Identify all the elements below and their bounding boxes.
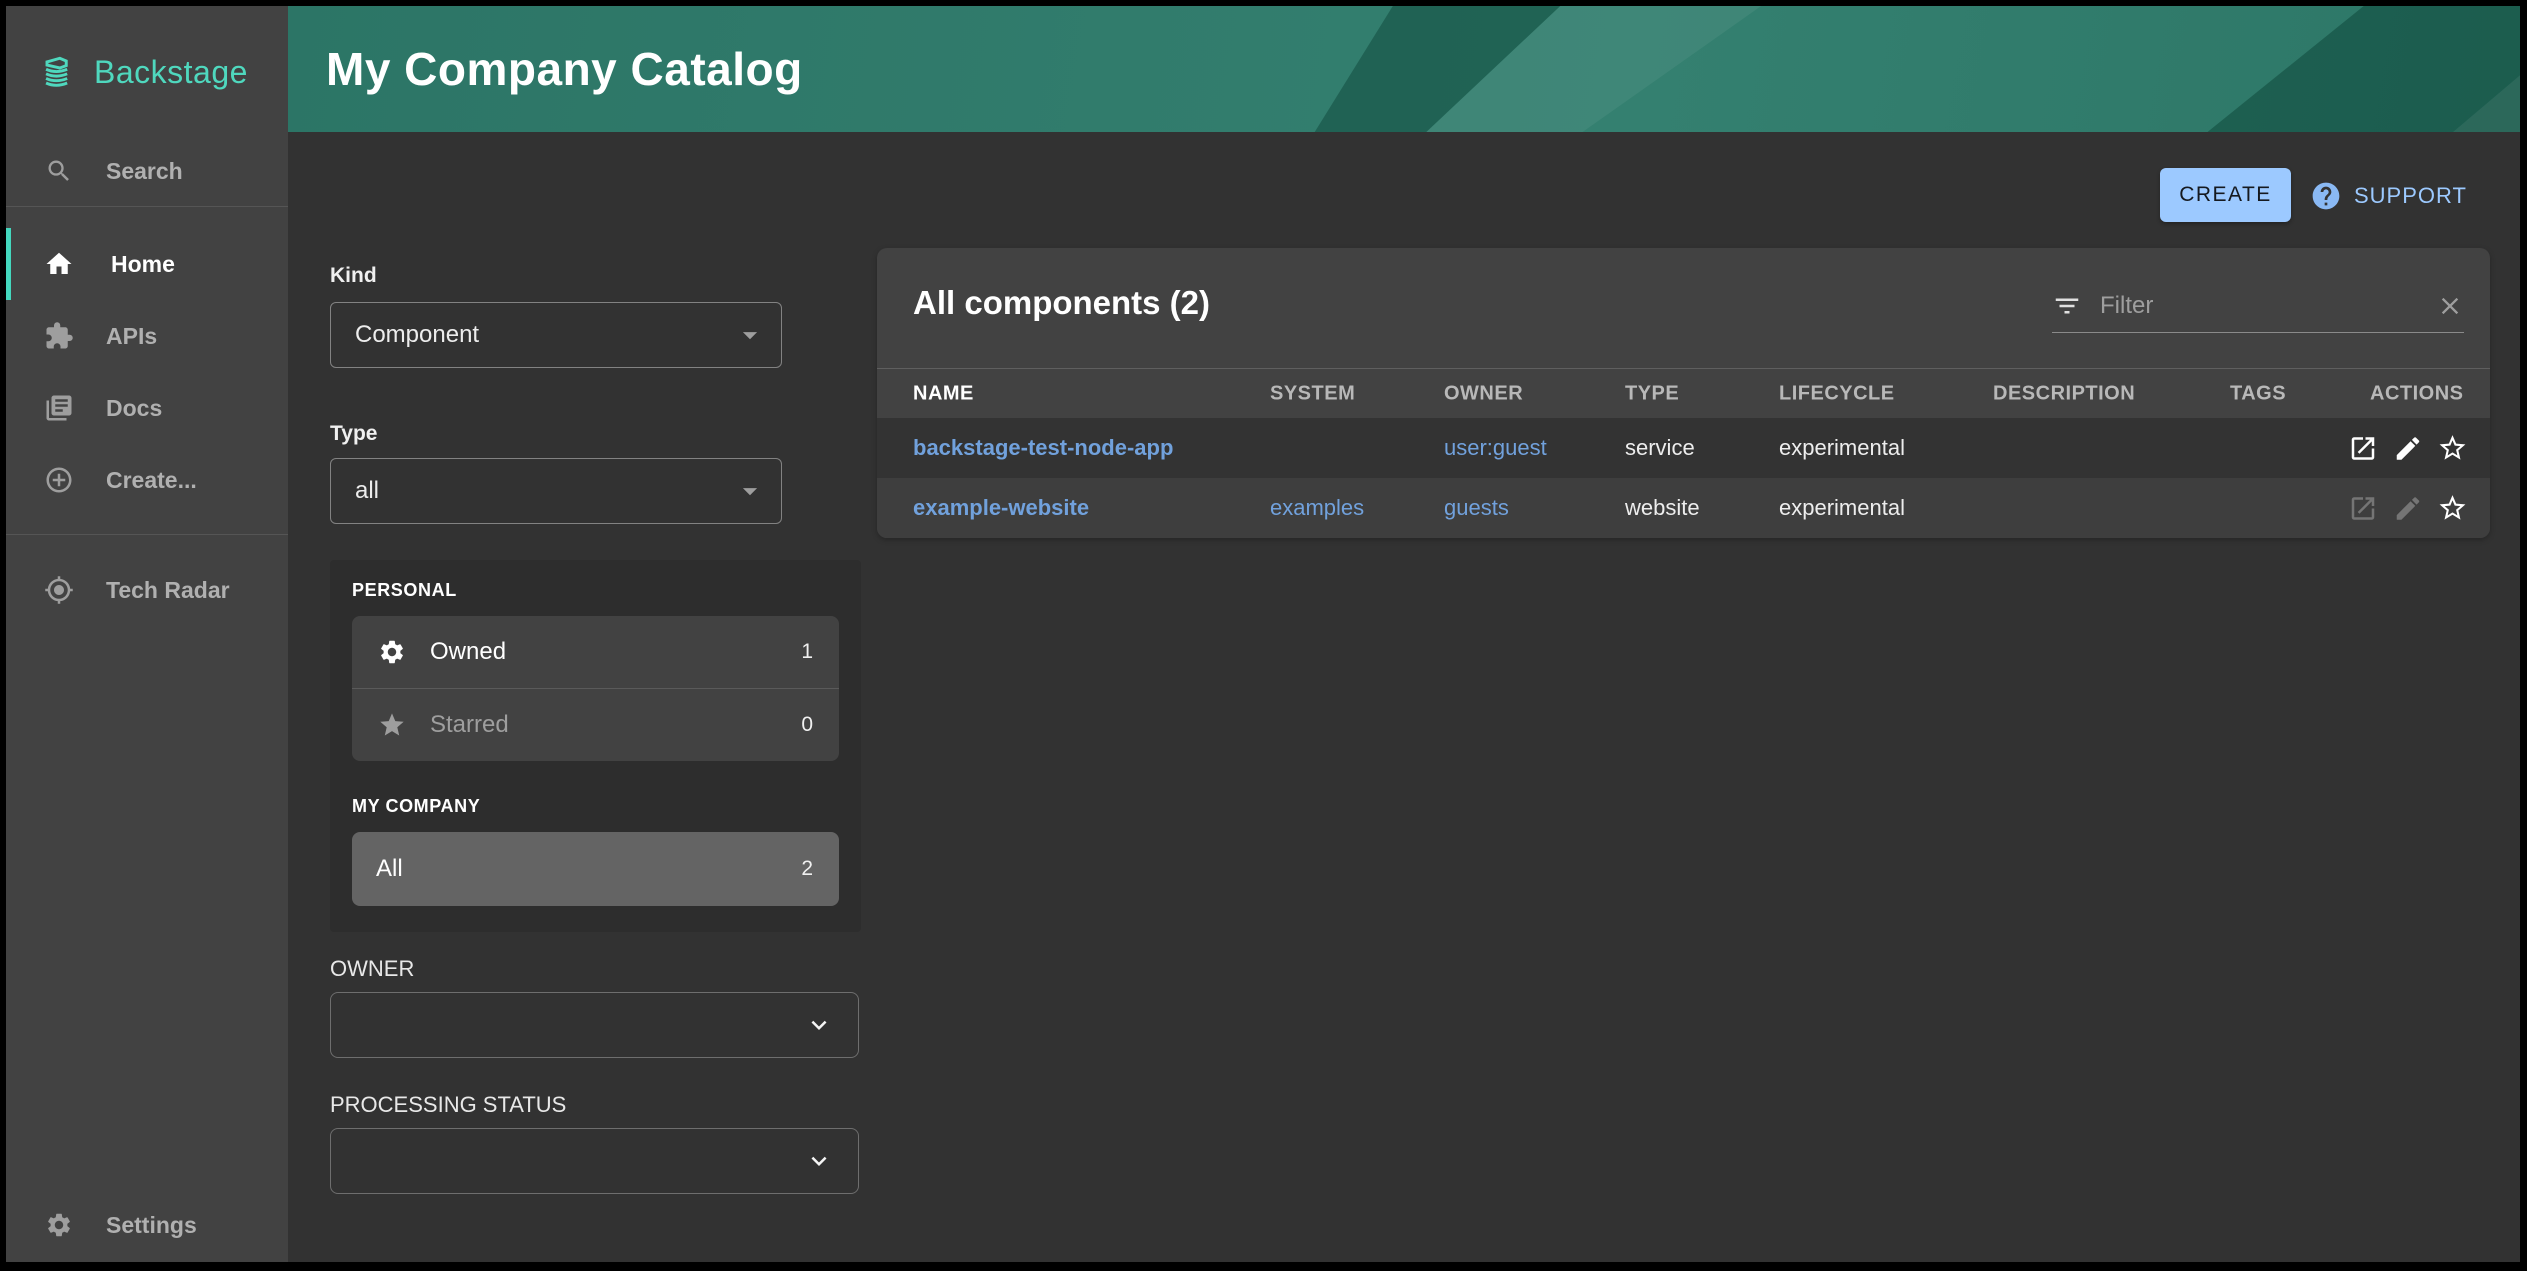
column-header-name[interactable]: NAME	[913, 383, 974, 406]
company-section-label: MY COMPANY	[352, 796, 480, 817]
table-title: All components (2)	[913, 284, 1210, 322]
entity-type: website	[1625, 495, 1700, 521]
sidebar-item-label: Create...	[106, 467, 197, 494]
sidebar-item-create[interactable]: Create...	[6, 444, 288, 516]
column-header-tags[interactable]: TAGS	[2230, 383, 2286, 406]
backstage-logo-icon	[36, 50, 80, 94]
backstage-logo[interactable]: Backstage	[36, 50, 248, 94]
star-outline-icon[interactable]	[2437, 493, 2468, 524]
entity-name-link[interactable]: example-website	[913, 495, 1089, 521]
help-icon	[2310, 180, 2342, 212]
filter-list-icon	[2052, 291, 2082, 321]
radar-icon	[44, 575, 74, 605]
picker-item-count: 2	[801, 857, 813, 881]
processing-status-select[interactable]	[330, 1128, 859, 1194]
kind-select-value: Component	[355, 321, 479, 349]
sidebar-item-home[interactable]: Home	[6, 228, 293, 300]
support-button[interactable]: SUPPORT	[2310, 178, 2467, 214]
column-header-system[interactable]: SYSTEM	[1270, 383, 1355, 406]
picker-item-count: 0	[801, 713, 813, 737]
create-button[interactable]: CREATE	[2160, 168, 2291, 222]
sidebar-item-label: Tech Radar	[106, 577, 230, 604]
sidebar-item-tech-radar[interactable]: Tech Radar	[6, 554, 288, 626]
chevron-down-icon	[733, 474, 767, 508]
add-circle-icon	[44, 465, 74, 495]
kind-label: Kind	[330, 264, 377, 288]
table-filter	[2052, 280, 2464, 333]
sidebar-item-settings[interactable]: Settings	[6, 1194, 288, 1256]
picker-item-owned[interactable]: Owned 1	[352, 616, 839, 688]
sidebar-item-label: Docs	[106, 395, 162, 422]
row-actions	[2347, 433, 2468, 464]
entity-lifecycle: experimental	[1779, 495, 1905, 521]
column-header-type[interactable]: TYPE	[1625, 383, 1679, 406]
picker-item-label: Starred	[430, 711, 509, 739]
entity-name-link[interactable]: backstage-test-node-app	[913, 435, 1173, 461]
support-label: SUPPORT	[2354, 183, 2467, 209]
kind-select[interactable]: Component	[330, 302, 782, 368]
picker-item-count: 1	[801, 640, 813, 664]
picker-item-starred[interactable]: Starred 0	[352, 688, 839, 761]
personal-section-label: PERSONAL	[352, 580, 457, 601]
search-icon	[44, 156, 74, 186]
entity-owner-link[interactable]: guests	[1444, 495, 1509, 521]
column-header-description[interactable]: DESCRIPTION	[1993, 383, 2135, 406]
table-row: backstage-test-node-app user:guest servi…	[877, 418, 2490, 478]
sidebar-item-label: Search	[106, 158, 183, 185]
sidebar-item-label: APIs	[106, 323, 157, 350]
components-table-card: All components (2) NAME SYSTEM OWNER TYP…	[877, 248, 2490, 538]
table-filter-input[interactable]	[2098, 291, 2426, 321]
sidebar: Backstage Search Home APIs Docs	[6, 6, 288, 1262]
picker-item-label: All	[376, 855, 403, 883]
chevron-down-icon	[804, 1010, 834, 1040]
table-row: example-website examples guests website …	[877, 478, 2490, 538]
type-label: Type	[330, 422, 377, 446]
type-select[interactable]: all	[330, 458, 782, 524]
picker-item-all[interactable]: All 2	[352, 832, 839, 906]
clear-filter-icon[interactable]	[2436, 292, 2464, 320]
gear-icon	[44, 1210, 74, 1240]
sidebar-item-docs[interactable]: Docs	[6, 372, 288, 444]
backstage-logo-text: Backstage	[94, 54, 248, 91]
table-header-row: NAME SYSTEM OWNER TYPE LIFECYCLE DESCRIP…	[877, 368, 2490, 420]
open-in-new-icon[interactable]	[2347, 433, 2378, 464]
entity-picker-panel: PERSONAL Owned 1 Starred 0 MY COMPANY Al…	[330, 560, 861, 932]
sidebar-divider	[6, 206, 288, 207]
gear-icon	[378, 638, 406, 666]
star-icon	[378, 711, 406, 739]
sidebar-item-search[interactable]: Search	[6, 140, 288, 202]
owner-label: OWNER	[330, 956, 414, 982]
docs-icon	[44, 393, 74, 423]
column-header-actions: ACTIONS	[2370, 383, 2464, 406]
sidebar-item-label: Home	[111, 251, 175, 278]
entity-type: service	[1625, 435, 1695, 461]
sidebar-divider	[6, 534, 288, 535]
entity-system-link[interactable]: examples	[1270, 495, 1364, 521]
owner-select[interactable]	[330, 992, 859, 1058]
picker-item-label: Owned	[430, 638, 506, 666]
row-actions	[2347, 493, 2468, 524]
personal-picker-group: Owned 1 Starred 0	[352, 616, 839, 761]
processing-status-label: PROCESSING STATUS	[330, 1092, 566, 1118]
app-window: My Company Catalog Backstage Search	[6, 6, 2520, 1262]
column-header-owner[interactable]: OWNER	[1444, 383, 1523, 406]
page-header: My Company Catalog	[288, 6, 2520, 132]
type-select-value: all	[355, 477, 379, 505]
home-icon	[44, 249, 74, 279]
sidebar-item-label: Settings	[106, 1212, 197, 1239]
page-title: My Company Catalog	[326, 42, 803, 96]
entity-owner-link[interactable]: user:guest	[1444, 435, 1547, 461]
edit-icon[interactable]	[2392, 493, 2423, 524]
chevron-down-icon	[733, 318, 767, 352]
edit-icon[interactable]	[2392, 433, 2423, 464]
chevron-down-icon	[804, 1146, 834, 1176]
star-outline-icon[interactable]	[2437, 433, 2468, 464]
puzzle-icon	[44, 321, 74, 351]
column-header-lifecycle[interactable]: LIFECYCLE	[1779, 383, 1895, 406]
entity-lifecycle: experimental	[1779, 435, 1905, 461]
sidebar-item-apis[interactable]: APIs	[6, 300, 288, 372]
open-in-new-icon[interactable]	[2347, 493, 2378, 524]
